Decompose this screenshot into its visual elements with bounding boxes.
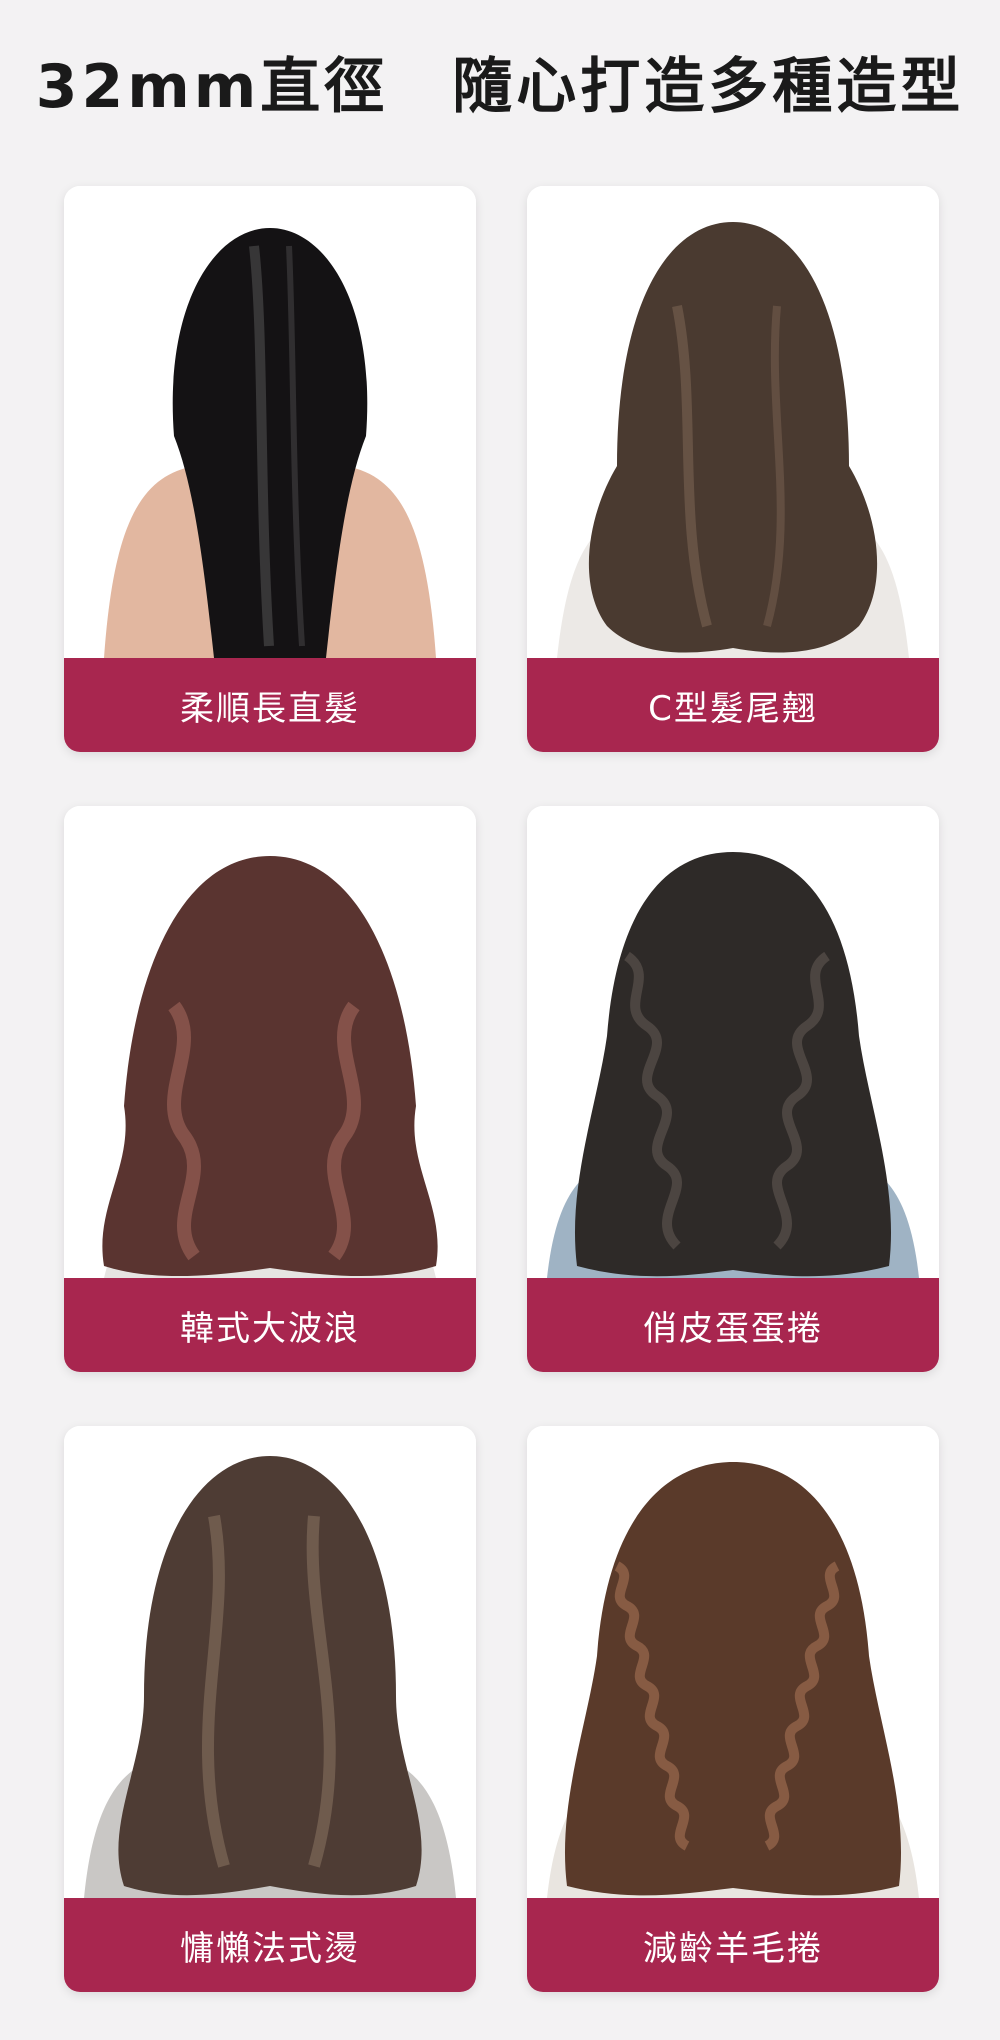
page-title: 32mm直徑 隨心打造多種造型: [35, 52, 965, 122]
style-label-bar: 慵懶法式燙: [64, 1898, 476, 1992]
hair-photo: [527, 806, 939, 1278]
style-card-french[interactable]: 慵懶法式燙: [64, 1426, 476, 1992]
style-label-bar: C型髮尾翹: [527, 658, 939, 752]
hair-photo: [527, 1426, 939, 1898]
hair-photo: [64, 1426, 476, 1898]
hair-photo: [64, 186, 476, 658]
hair-photo: [64, 806, 476, 1278]
style-card-wool[interactable]: 減齡羊毛捲: [527, 1426, 939, 1992]
hair-photo: [527, 186, 939, 658]
style-card-egg-roll[interactable]: 俏皮蛋蛋捲: [527, 806, 939, 1372]
style-label: C型髮尾翹: [648, 688, 818, 729]
style-card-big-wave[interactable]: 韓式大波浪: [64, 806, 476, 1372]
style-label: 韓式大波浪: [180, 1308, 360, 1349]
style-label: 慵懶法式燙: [180, 1928, 360, 1969]
style-label-bar: 韓式大波浪: [64, 1278, 476, 1372]
style-card-c-curl[interactable]: C型髮尾翹: [527, 186, 939, 752]
style-label: 減齡羊毛捲: [643, 1928, 823, 1969]
style-label-bar: 柔順長直髮: [64, 658, 476, 752]
style-label: 俏皮蛋蛋捲: [643, 1308, 823, 1349]
style-label-bar: 俏皮蛋蛋捲: [527, 1278, 939, 1372]
style-card-straight[interactable]: 柔順長直髮: [64, 186, 476, 752]
style-label: 柔順長直髮: [180, 688, 360, 729]
style-label-bar: 減齡羊毛捲: [527, 1898, 939, 1992]
